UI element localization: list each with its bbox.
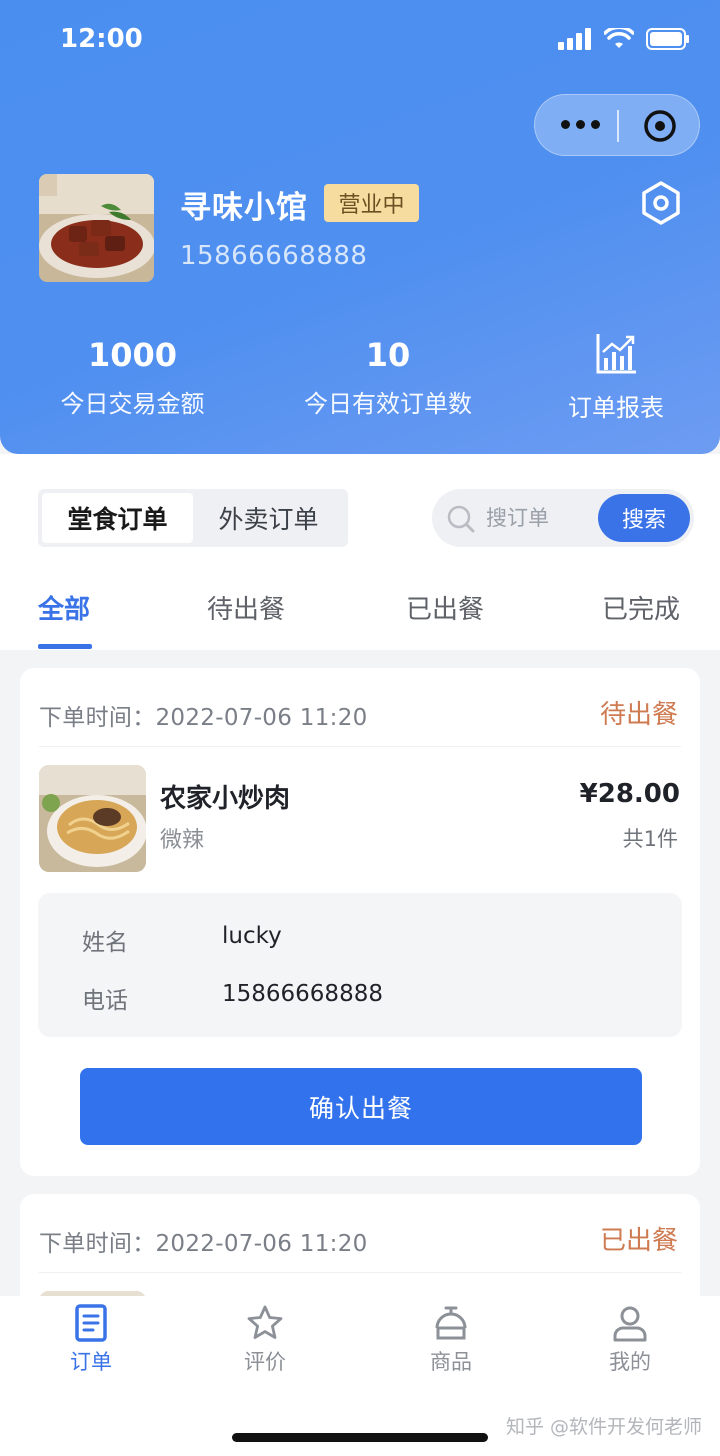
status-badge: 营业中 (324, 184, 419, 222)
tab-all[interactable]: 全部 (38, 589, 90, 626)
tab-indicator (38, 644, 92, 649)
nav-label: 商品 (430, 1350, 472, 1374)
dine-in-orders-tab[interactable]: 堂食订单 (42, 493, 193, 543)
shop-avatar (39, 174, 154, 282)
search-input[interactable] (486, 501, 596, 535)
customer-info: 姓名 lucky 电话 15866668888 (38, 893, 682, 1037)
order-search: 搜索 (432, 489, 694, 547)
stat-value: 10 (365, 336, 411, 374)
order-card: 下单时间：2022-07-06 11:20 待出餐 农家小炒肉 微辣 ¥28.0… (20, 668, 700, 1176)
order-report-button[interactable]: 订单报表 (556, 332, 676, 423)
nav-profile[interactable]: 我的 (580, 1304, 680, 1376)
signal-icon (558, 28, 591, 50)
home-indicator (232, 1433, 488, 1442)
customer-name: lucky (222, 923, 282, 949)
miniprogram-capsule (534, 94, 700, 156)
dish-spec: 微辣 (160, 828, 205, 853)
nav-products[interactable]: 商品 (401, 1304, 501, 1376)
stat-label: 今日有效订单数 (304, 390, 472, 418)
divider (39, 746, 681, 747)
stat-value: 1000 (87, 336, 178, 374)
bar-chart-icon (596, 334, 636, 374)
order-status: 待出餐 (599, 700, 678, 730)
nav-orders[interactable]: 订单 (41, 1304, 141, 1376)
shop-phone: 15866668888 (180, 241, 368, 271)
order-time: 下单时间：2022-07-06 11:20 (39, 1231, 368, 1257)
bottom-navigation: 订单 评价 商品 我的 知乎 @软件开发何老师 (0, 1296, 720, 1456)
tab-pending[interactable]: 待出餐 (207, 589, 285, 626)
nav-label: 我的 (609, 1350, 651, 1374)
tab-completed[interactable]: 已完成 (602, 589, 680, 626)
stat-label: 今日交易金额 (60, 390, 205, 418)
nav-reviews[interactable]: 评价 (215, 1304, 315, 1376)
phone-label: 电话 (82, 988, 128, 1014)
stat-today-orders: 10 今日有效订单数 (288, 336, 488, 419)
search-icon (447, 505, 475, 533)
dish-quantity: 共1件 (622, 827, 678, 851)
dish-price: ¥28.00 (579, 779, 680, 809)
dish-cover-icon (435, 1306, 467, 1340)
divider (39, 1272, 681, 1273)
search-button[interactable]: 搜索 (598, 494, 690, 542)
wifi-icon (604, 28, 634, 48)
filter-area: 堂食订单 外卖订单 搜索 全部 待出餐 已出餐 已完成 (0, 454, 720, 650)
tab-served[interactable]: 已出餐 (406, 589, 484, 626)
status-icons (558, 28, 690, 50)
customer-phone: 15866668888 (222, 981, 383, 1007)
star-icon (247, 1305, 283, 1339)
user-icon (613, 1306, 647, 1342)
settings-icon[interactable] (640, 181, 682, 225)
order-status-tabs: 全部 待出餐 已出餐 已完成 (0, 589, 720, 650)
document-icon (75, 1304, 107, 1342)
shop-name: 寻味小馆 (180, 190, 308, 226)
close-target-icon[interactable] (643, 109, 677, 143)
confirm-serve-button[interactable]: 确认出餐 (80, 1068, 642, 1145)
name-label: 姓名 (82, 930, 128, 956)
status-time: 12:00 (60, 24, 143, 54)
delivery-orders-tab[interactable]: 外卖订单 (193, 493, 344, 543)
order-time: 下单时间：2022-07-06 11:20 (39, 705, 368, 731)
order-status: 已出餐 (599, 1226, 678, 1256)
dish-name: 农家小炒肉 (160, 784, 291, 814)
stat-today-revenue: 1000 今日交易金额 (40, 336, 225, 419)
shop-header: 12:00 寻味小馆 营业中 15866668888 1000 今日交易金额 1… (0, 0, 720, 454)
more-icon[interactable] (561, 120, 600, 129)
battery-icon (646, 28, 689, 50)
dish-image (39, 765, 146, 872)
order-type-switch: 堂食订单 外卖订单 (38, 489, 348, 547)
report-label: 订单报表 (568, 394, 664, 422)
capsule-divider (617, 110, 619, 142)
nav-label: 订单 (70, 1350, 112, 1374)
watermark: 知乎 @软件开发何老师 (505, 1416, 702, 1438)
nav-label: 评价 (244, 1350, 286, 1374)
